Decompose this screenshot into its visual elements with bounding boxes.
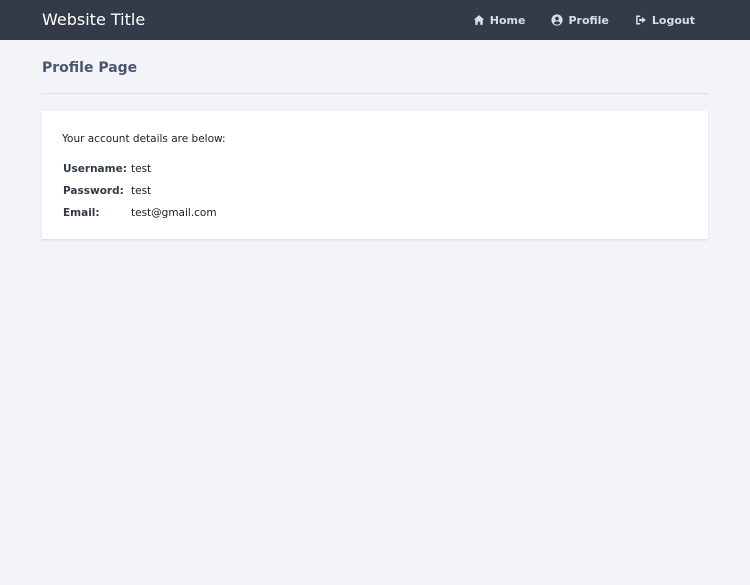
nav-profile-label: Profile [568, 13, 609, 27]
password-value: test [131, 185, 152, 197]
username-value: test [131, 163, 152, 175]
page-title: Profile Page [42, 60, 138, 76]
nav-links: Home Profile Logout [447, 0, 695, 40]
password-label: Password: [63, 185, 124, 197]
account-intro-text: Your account details are below: [62, 133, 226, 145]
email-label: Email: [63, 207, 100, 219]
nav-logout-label: Logout [651, 13, 695, 27]
logout-icon [636, 15, 646, 25]
divider [42, 93, 708, 94]
account-details-card: Your account details are below: Username… [42, 111, 708, 239]
nav-home-label: Home [489, 13, 526, 27]
user-circle-icon [551, 14, 564, 26]
username-label: Username: [63, 163, 127, 175]
site-title[interactable]: Website Title [42, 10, 145, 30]
nav-profile-link[interactable]: Profile [551, 13, 609, 27]
nav-home-link[interactable]: Home [473, 13, 526, 27]
nav-logout-link[interactable]: Logout [635, 14, 695, 27]
home-icon [473, 15, 485, 25]
top-navbar: Website Title Home Profile Logout [0, 0, 750, 40]
email-value: test@gmail.com [131, 207, 217, 219]
